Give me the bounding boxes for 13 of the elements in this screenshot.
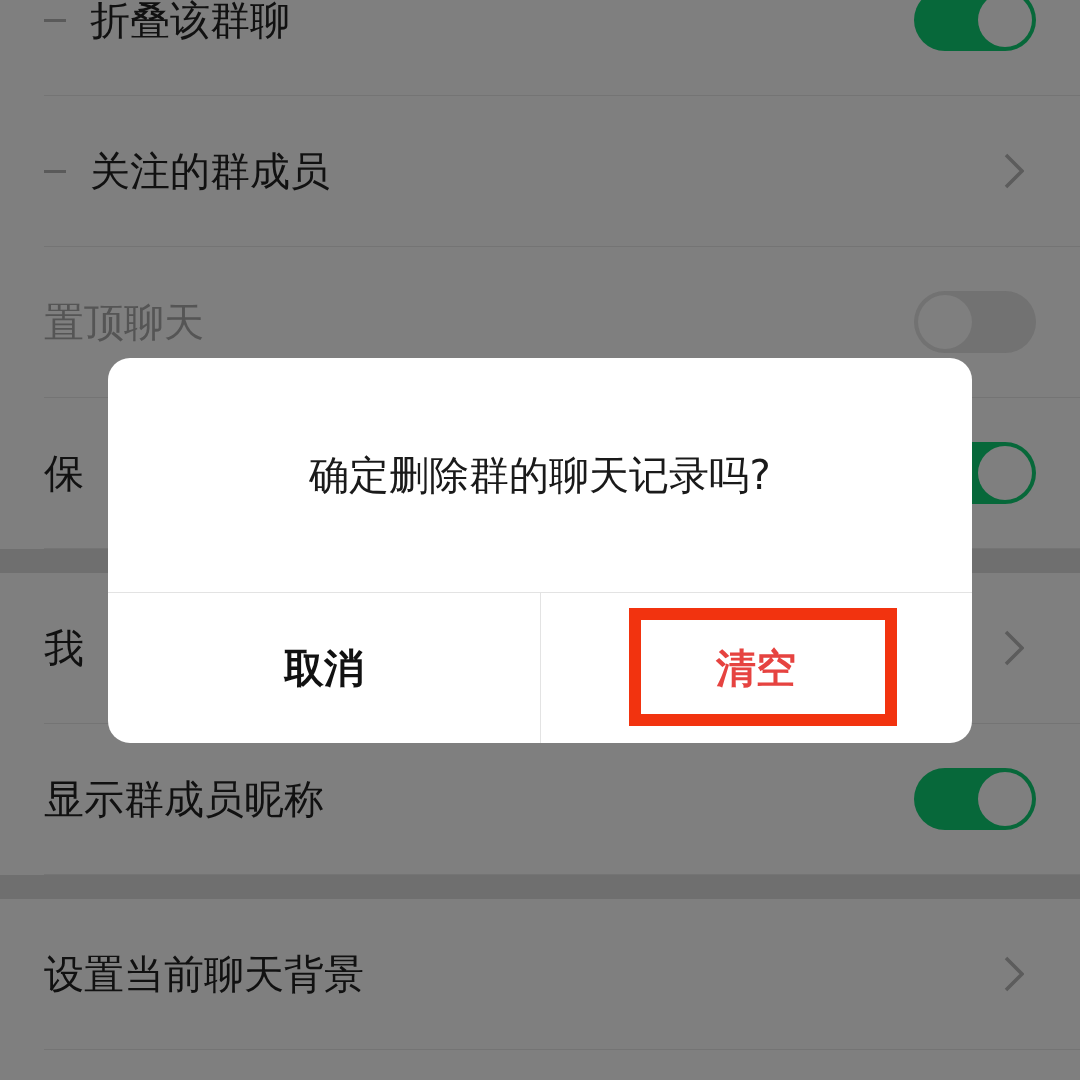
chevron-icon <box>1004 956 1024 992</box>
chevron-icon <box>1004 153 1024 189</box>
dialog-message: 确定删除群的聊天记录吗? <box>309 450 771 500</box>
row-label: 设置当前聊天背景 <box>44 949 364 999</box>
row-label: 关注的群成员 <box>90 146 330 196</box>
clear-button[interactable]: 清空 <box>539 593 972 743</box>
toggle-switch[interactable] <box>914 0 1036 51</box>
row-label: 保 <box>44 448 84 498</box>
cancel-button[interactable]: 取消 <box>108 593 540 743</box>
row-label: 我 <box>44 623 84 673</box>
chevron-icon <box>1004 630 1024 666</box>
row-label: 显示群成员昵称 <box>44 774 324 824</box>
row-label: 折叠该群聊 <box>90 0 290 45</box>
